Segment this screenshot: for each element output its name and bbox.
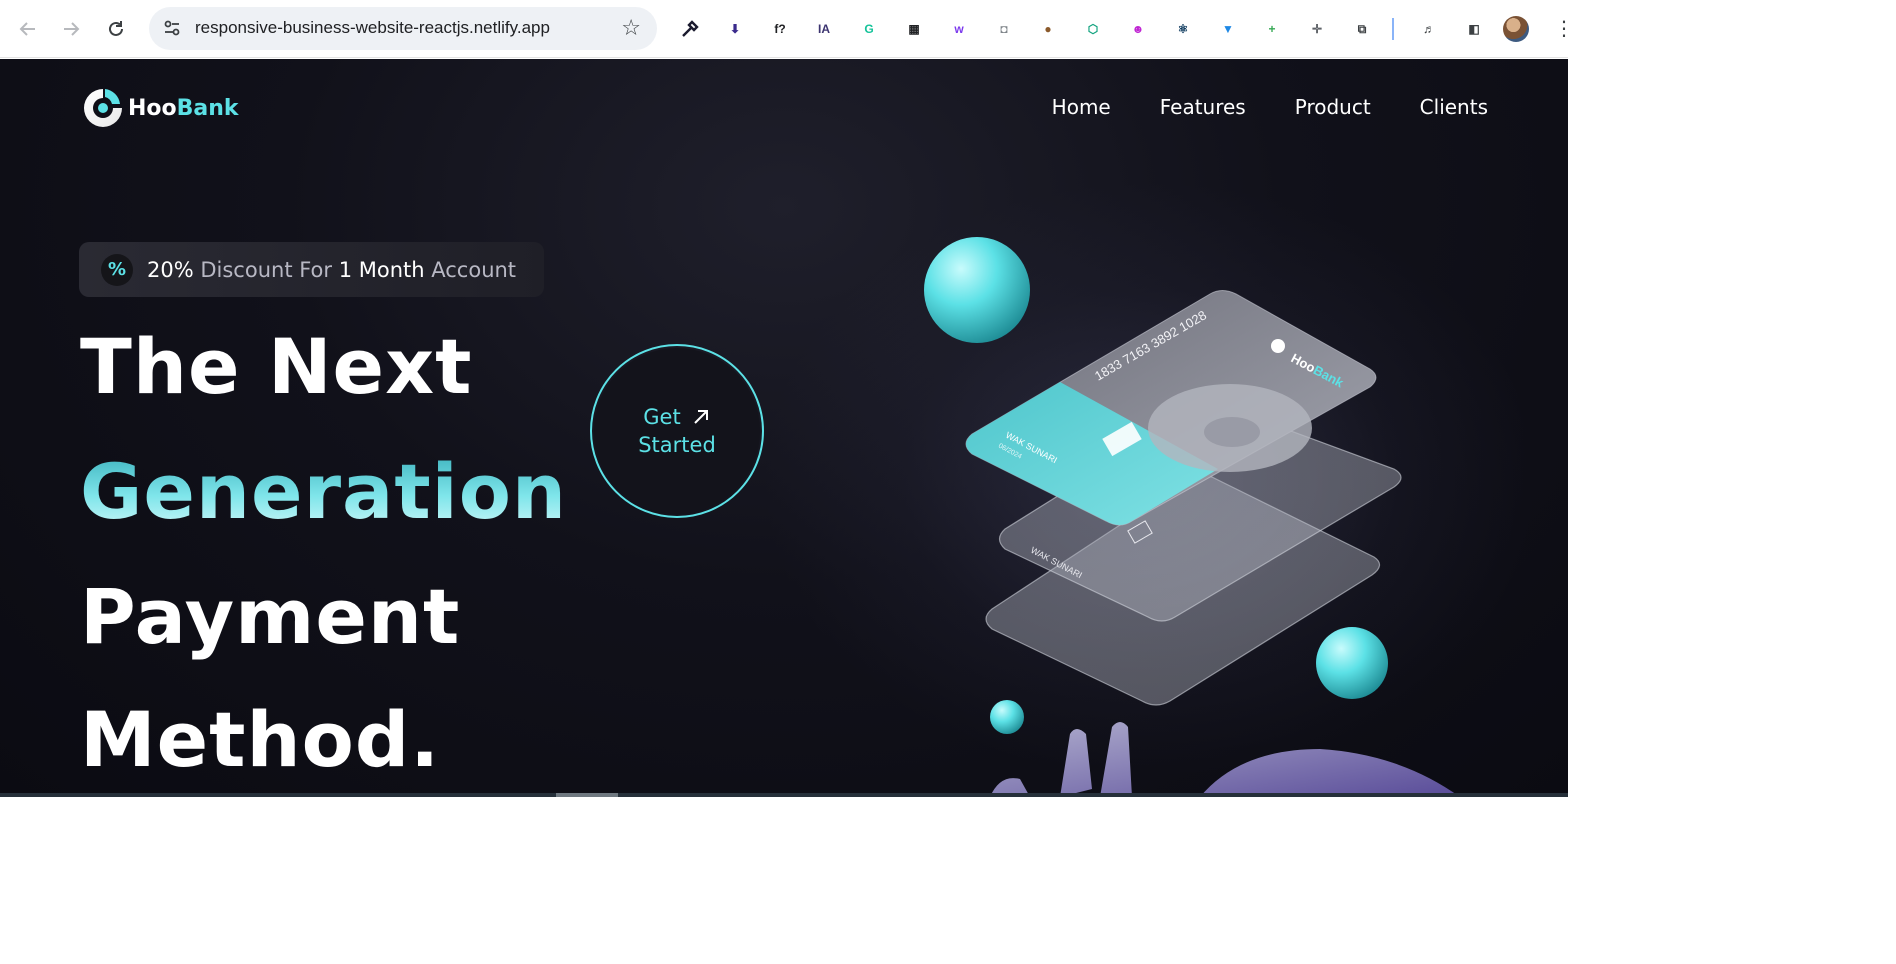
reload-icon — [109, 21, 123, 36]
forward-button[interactable] — [57, 15, 85, 43]
cookie-icon[interactable]: ● — [1035, 16, 1061, 42]
teal-sphere-large — [924, 237, 1030, 343]
hero-heading-line-3: Payment — [80, 572, 461, 661]
discount-percent: 20% — [147, 257, 194, 282]
teal-sphere-small — [990, 700, 1024, 734]
hero-card-illustration: WAK SUNARI 1833 7163 3892 1028 WAK SUNAR… — [924, 237, 1460, 797]
side-panel-icon[interactable]: ◧ — [1461, 16, 1487, 42]
browser-toolbar: responsive-business-website-reactjs.netl… — [0, 0, 1574, 58]
scrollbar-thumb[interactable] — [556, 793, 618, 797]
qr-code-icon[interactable]: ▦ — [901, 16, 927, 42]
robot-hand — [990, 722, 1460, 797]
logo-text: HooBank — [128, 96, 239, 121]
purple-w-icon[interactable]: w — [946, 16, 972, 42]
camera-icon[interactable]: ◘ — [991, 16, 1017, 42]
hero-heading-line-4: Method. — [80, 695, 441, 784]
move-icon[interactable]: ✛ — [1304, 16, 1330, 42]
discount-text: 20% Discount For 1 Month Account — [147, 258, 516, 282]
plus-icon[interactable]: + — [1259, 16, 1285, 42]
hero-heading-line-1: The Next — [80, 322, 473, 411]
color-picker-icon[interactable] — [677, 16, 703, 42]
hoobank-logo-icon — [84, 89, 122, 127]
back-button[interactable] — [14, 15, 42, 43]
percent-icon: % — [101, 253, 133, 286]
discount-text-2: Account — [424, 257, 517, 282]
main-nav: Home Features Product Clients — [1052, 95, 1488, 119]
url-text[interactable]: responsive-business-website-reactjs.netl… — [195, 18, 550, 38]
react-devtools-icon[interactable]: ⚛ — [1170, 16, 1196, 42]
arrow-up-right-icon — [694, 409, 708, 424]
forward-arrow-icon — [64, 22, 80, 36]
hero-heading-line-2: Generation — [80, 447, 568, 536]
download-icon[interactable]: ⬇ — [722, 16, 748, 42]
cta-label-line-1: Get — [643, 404, 681, 429]
formula-icon[interactable]: f? — [767, 16, 793, 42]
grammarly-icon[interactable]: G — [856, 16, 882, 42]
cta-label-line-2: Started — [638, 433, 716, 457]
nav-features[interactable]: Features — [1160, 95, 1246, 119]
nav-clients[interactable]: Clients — [1420, 95, 1488, 119]
discount-duration: 1 Month — [338, 257, 425, 282]
card-disc-inner — [1204, 417, 1260, 447]
logo-accent: Bank — [176, 95, 239, 121]
address-bar[interactable]: responsive-business-website-reactjs.netl… — [149, 7, 657, 50]
teal-sphere-medium — [1316, 627, 1388, 699]
menu-kebab-icon[interactable]: ⋮ — [1554, 16, 1574, 40]
ia-icon[interactable]: IA — [811, 16, 837, 42]
toolbar-divider — [1392, 18, 1394, 40]
site-settings-icon[interactable] — [163, 19, 181, 37]
discount-badge: % 20% Discount For 1 Month Account — [79, 242, 544, 297]
logo-prefix: Hoo — [128, 95, 177, 121]
hexagon-icon[interactable]: ⬡ — [1080, 16, 1106, 42]
puzzle-icon[interactable]: ⧉ — [1349, 16, 1375, 42]
site-logo[interactable]: HooBank — [82, 87, 239, 129]
nav-product[interactable]: Product — [1295, 95, 1371, 119]
reload-button[interactable] — [102, 15, 130, 43]
bookmark-star-icon[interactable]: ☆ — [621, 16, 641, 41]
media-icon[interactable]: ♬ — [1416, 16, 1442, 42]
shield-icon[interactable]: ▼ — [1215, 16, 1241, 42]
horizontal-scrollbar[interactable] — [0, 793, 1568, 797]
get-started-button[interactable]: Get Started — [590, 344, 764, 518]
back-arrow-icon — [19, 22, 35, 36]
discount-text-1: Discount For — [193, 257, 339, 282]
bot-icon[interactable]: ☻ — [1125, 16, 1151, 42]
profile-avatar[interactable] — [1503, 16, 1529, 42]
page-viewport: HooBank Home Features Product Clients % … — [0, 59, 1568, 797]
nav-home[interactable]: Home — [1052, 95, 1111, 119]
card-brand-mark — [1271, 339, 1285, 353]
